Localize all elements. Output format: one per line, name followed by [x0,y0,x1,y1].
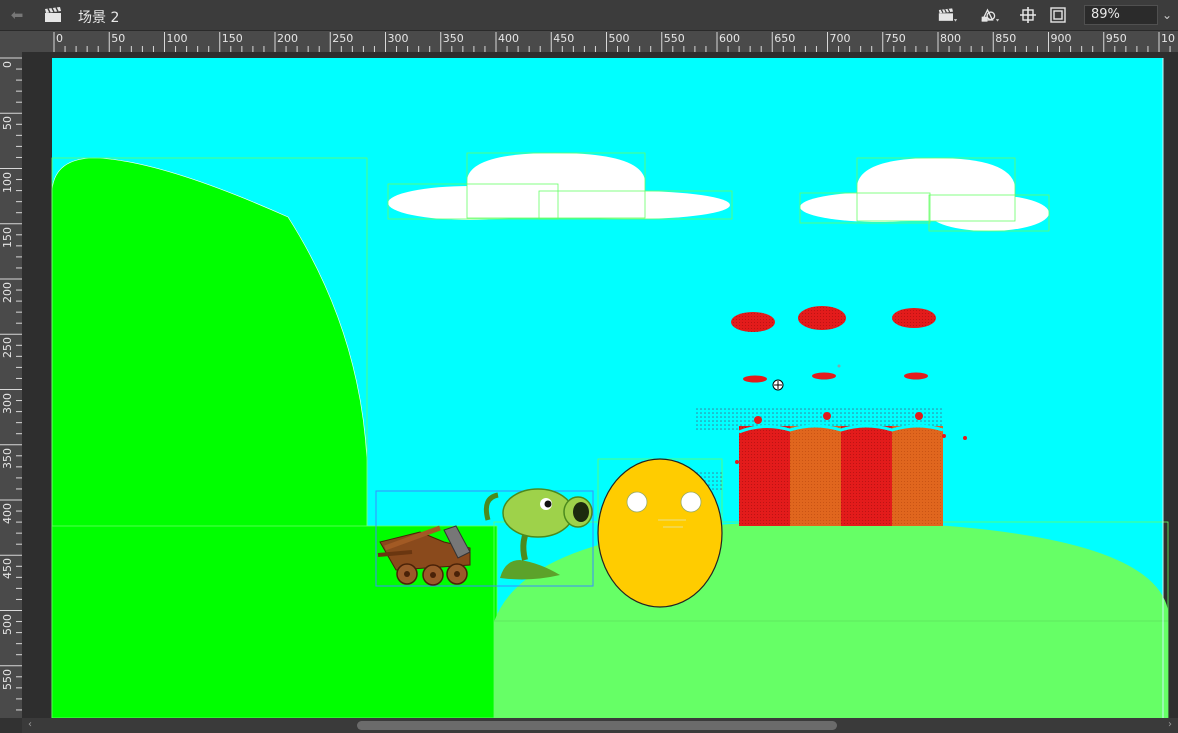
symbol-menu-icon[interactable] [980,6,1000,24]
ruler-left-label: 500 [1,613,14,635]
hill-right[interactable] [493,520,1169,718]
ruler-top-label: 800 [940,32,961,45]
top-toolbar: ⬅ 场景 2 89% ⌄ [0,0,1178,31]
ruler-left-label: 350 [1,447,14,469]
scene-name-label: 场景 2 [78,10,120,26]
ruler-left-label: 400 [1,503,14,524]
snap-crosshair-icon[interactable] [1018,6,1038,24]
ruler-left-label: 550 [1,668,14,690]
ruler-top-label: 10 [1161,32,1175,45]
ruler-left-label: 300 [1,392,14,414]
ruler-top-label: 550 [663,32,685,45]
ruler-left-label: 200 [1,282,14,303]
ruler-top-label: 350 [442,32,464,45]
ruler-top-label: 600 [719,32,740,45]
back-arrow-icon[interactable]: ⬅ [8,6,26,24]
horizontal-ruler[interactable]: 0 50 100 150 200 250 300 350 400 450 500 550 600 650 7… [22,31,1178,52]
zoom-input[interactable]: 89% [1084,5,1158,25]
ruler-corner [0,31,22,52]
ruler-top-label: 950 [1105,32,1127,45]
ruler-top-label: 200 [277,32,298,45]
ruler-left-label: 50 [1,116,14,131]
stage-workspace[interactable] [22,52,1178,718]
scroll-right-icon[interactable]: › [1164,719,1176,731]
ruler-top-label: 50 [111,32,126,45]
ruler-left-label: 450 [1,558,14,580]
transform-point-icon[interactable] [772,379,784,391]
clapperboard-icon [45,7,61,22]
vertical-ruler[interactable]: 0 50 100 150 200 250 300 350 400 450 500 550 [0,52,22,718]
ruler-top-label: 400 [498,32,519,45]
stage-canvas[interactable] [22,52,1178,718]
ruler-top-label: 850 [995,32,1017,45]
horizontal-scrollbar[interactable]: ‹ › [22,718,1178,733]
ruler-top-label: 700 [829,32,851,45]
ruler-top-label: 300 [387,32,409,45]
scene-menu-icon[interactable] [938,6,958,24]
ruler-top-label: 250 [332,32,354,45]
clip-stage-icon[interactable] [1048,6,1068,24]
ruler-top-label: 650 [774,32,796,45]
zoom-dropdown-icon[interactable]: ⌄ [1160,8,1174,22]
ruler-top-label: 100 [166,32,188,45]
ruler-top-label: 900 [1050,32,1072,45]
ruler-left-label: 250 [1,337,14,359]
ruler-left-label: 150 [1,226,14,248]
ruler-top-label: 750 [884,32,906,45]
scroll-left-icon[interactable]: ‹ [24,719,36,731]
ruler-top-label: 450 [553,32,575,45]
ruler-top-label: 500 [608,32,630,45]
ruler-top-label: 150 [221,32,243,45]
scrollbar-thumb[interactable] [357,721,837,730]
ruler-left-label: 100 [1,171,14,193]
ruler-top-label: 0 [56,32,63,45]
ruler-left-label: 0 [1,61,14,68]
